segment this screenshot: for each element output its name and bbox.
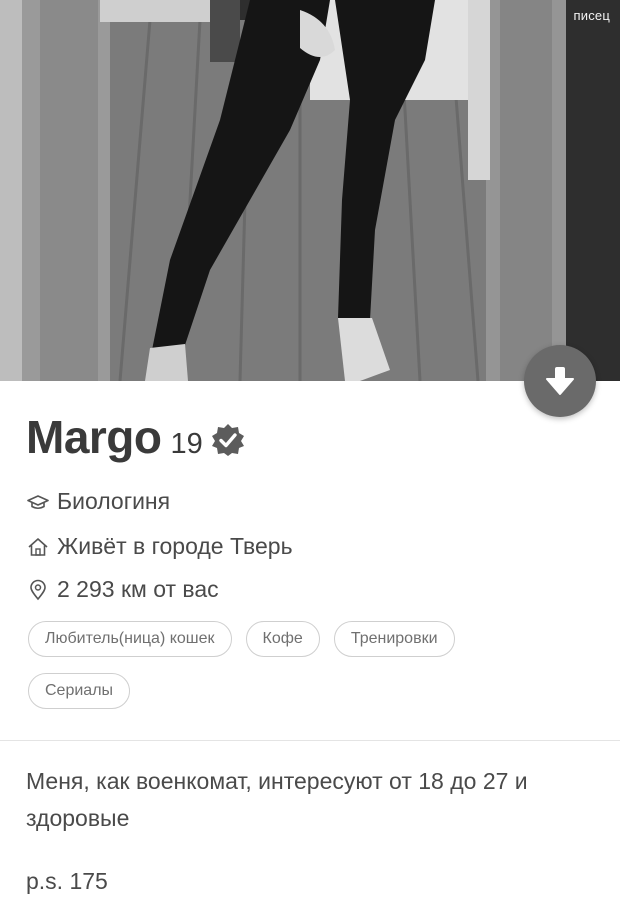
interests-row: Сериалы	[28, 673, 598, 709]
school-text: Биологиня	[57, 488, 171, 514]
bio-text: Меня, как военкомат, интересуют от 18 до…	[26, 768, 528, 831]
distance-text: 2 293 км от вас	[57, 576, 219, 602]
city-text: Живёт в городе Тверь	[57, 533, 293, 559]
photo-image	[0, 0, 620, 381]
bio-postscript: p.s. 175	[26, 868, 108, 894]
interest-chip-workouts[interactable]: Тренировки	[333, 621, 455, 657]
city-line: Живёт в городе Тверь	[27, 533, 293, 560]
distance-line: 2 293 км от вас	[27, 576, 219, 603]
interest-chip-series[interactable]: Сериалы	[28, 673, 131, 709]
interests-list: Любитель(ница) кошек Кофе Тренировки Сер…	[28, 621, 598, 725]
profile-name: Margo	[26, 411, 162, 463]
profile-age: 19	[170, 428, 203, 460]
scroll-down-button[interactable]	[524, 345, 596, 417]
name-row: Margo 19	[26, 410, 245, 464]
profile-photo[interactable]: писец	[0, 0, 620, 381]
location-pin-icon	[27, 579, 49, 601]
arrow-down-icon	[546, 367, 574, 395]
interest-chip-coffee[interactable]: Кофе	[245, 621, 320, 657]
home-icon	[27, 536, 49, 558]
watermark: писец	[573, 8, 610, 23]
section-divider	[0, 740, 620, 741]
interests-row: Любитель(ница) кошек Кофе Тренировки	[28, 621, 598, 657]
verified-badge-icon	[211, 424, 244, 456]
interest-chip-cats[interactable]: Любитель(ница) кошек	[28, 621, 232, 657]
graduation-cap-icon	[27, 491, 49, 513]
school-line: Биологиня	[27, 488, 170, 515]
